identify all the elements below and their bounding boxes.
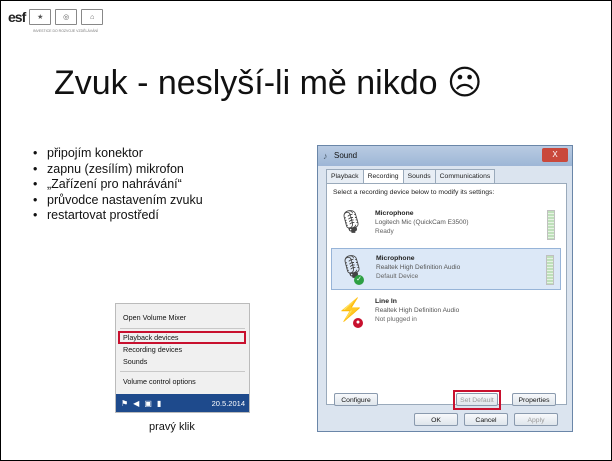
menu-separator	[120, 371, 245, 372]
device-description: Realtek High Definition Audio	[375, 307, 460, 314]
logo-subtitle: INVESTICE DO ROZVOJE VZDĚLÁVÁNÍ	[33, 29, 98, 33]
instruction-text: Select a recording device below to modif…	[333, 189, 495, 196]
close-button[interactable]: X	[542, 148, 568, 162]
menu-item-volume-control-options[interactable]: Volume control options	[123, 376, 196, 388]
page-title: Zvuk - neslyší-li mě nikdo ☹	[54, 63, 482, 103]
device-item-selected[interactable]: 🎙 ✓ Microphone Realtek High Definition A…	[331, 248, 561, 290]
dialog-title: Sound	[334, 151, 358, 160]
menu-item-recording-devices[interactable]: Recording devices	[123, 344, 182, 356]
apply-button[interactable]: Apply	[514, 413, 558, 426]
device-item[interactable]: ⚡ ● Line In Realtek High Definition Audi…	[331, 292, 561, 334]
menu-item-sounds[interactable]: Sounds	[123, 356, 147, 368]
check-icon: ✓	[354, 275, 364, 285]
taskbar: ⚑ ◀ ▣ ▮ 20.5.2014	[116, 394, 249, 412]
unplugged-icon: ●	[353, 318, 363, 328]
device-description: Logitech Mic (QuickCam E3500)	[375, 219, 469, 226]
device-name: Line In	[375, 298, 397, 305]
tab-recording[interactable]: Recording	[362, 169, 404, 184]
dialog-titlebar: ♪ Sound X	[318, 146, 572, 166]
highlight-frame	[118, 331, 246, 344]
properties-button[interactable]: Properties	[512, 393, 556, 406]
menu-item-open-volume-mixer[interactable]: Open Volume Mixer	[123, 312, 186, 324]
menu-separator	[120, 328, 245, 329]
slide: esf ★ ◎ ⌂ INVESTICE DO ROZVOJE VZDĚLÁVÁN…	[0, 0, 612, 461]
speaker-icon: ♪	[323, 151, 328, 161]
network-icon[interactable]: ▣	[144, 399, 152, 408]
tab-bar: Playback Recording Sounds Communications	[326, 169, 496, 184]
microphone-icon: 🎙	[337, 209, 365, 234]
bullet-item: průvodce nastavením zvuku	[33, 193, 203, 209]
device-name: Microphone	[376, 255, 415, 262]
sad-face-icon: ☹	[447, 64, 483, 102]
title-text: Zvuk - neslyší-li mě nikdo	[54, 64, 438, 102]
bullet-item: připojím konektor	[33, 146, 203, 162]
volume-context-menu: Open Volume Mixer Playback devices Recor…	[115, 303, 250, 413]
device-status: Not plugged in	[375, 316, 417, 323]
level-meter	[546, 255, 554, 285]
bullet-list: připojím konektor zapnu (zesílím) mikrof…	[33, 146, 203, 224]
ok-button[interactable]: OK	[414, 413, 458, 426]
device-item[interactable]: 🎙 Microphone Logitech Mic (QuickCam E350…	[331, 204, 561, 246]
speaker-icon[interactable]: ◀	[133, 399, 139, 408]
eu-flag-icon: ★	[29, 9, 52, 25]
device-description: Realtek High Definition Audio	[376, 264, 461, 271]
device-name: Microphone	[375, 210, 414, 217]
bullet-item: „Zařízení pro nahrávání“	[33, 177, 203, 193]
flag-icon[interactable]: ⚑	[121, 399, 128, 408]
recording-panel: Select a recording device below to modif…	[326, 183, 567, 405]
level-meter	[547, 210, 555, 240]
cancel-button[interactable]: Cancel	[464, 413, 508, 426]
battery-icon[interactable]: ▮	[157, 399, 161, 408]
tab-playback[interactable]: Playback	[326, 169, 364, 183]
configure-button[interactable]: Configure	[334, 393, 378, 406]
op-logo-icon: ⌂	[81, 9, 104, 25]
bullet-item: zapnu (zesílím) mikrofon	[33, 162, 203, 178]
highlight-frame	[453, 390, 501, 410]
tab-sounds[interactable]: Sounds	[402, 169, 436, 183]
bullet-item: restartovat prostředí	[33, 208, 203, 224]
device-status: Default Device	[376, 273, 419, 280]
sound-dialog: ♪ Sound X Playback Recording Sounds Comm…	[317, 145, 573, 432]
device-status: Ready	[375, 228, 394, 235]
ministry-logo-icon: ◎	[55, 9, 78, 25]
tab-communications[interactable]: Communications	[434, 169, 496, 183]
taskbar-date[interactable]: 20.5.2014	[212, 399, 245, 408]
caption: pravý klik	[149, 421, 195, 433]
esf-logo: esf	[8, 9, 26, 25]
